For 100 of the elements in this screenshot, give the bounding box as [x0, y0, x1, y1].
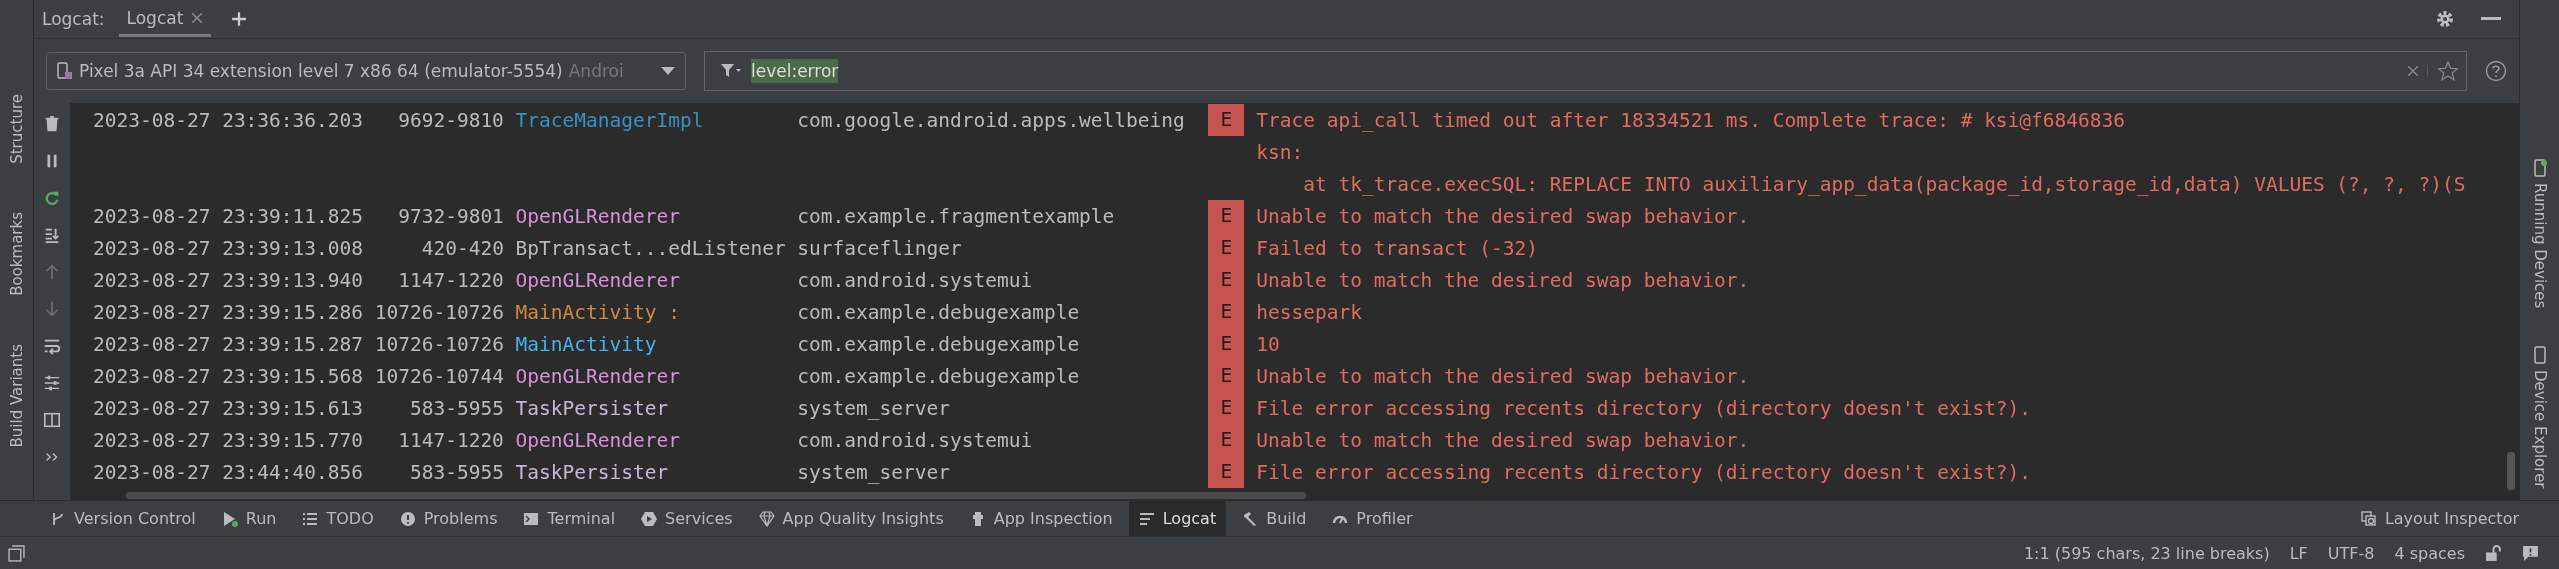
gem-icon	[758, 510, 775, 527]
caret-position[interactable]: 1:1 (595 chars, 23 line breaks)	[2023, 543, 2270, 563]
device-name: Pixel 3a API 34 extension level 7 x86 64 (emulator-5554)	[79, 61, 563, 81]
log-message: Trace api_call timed out after 18334521 ms. Complete trace: # ksi@f6846836	[1256, 108, 2125, 132]
log-message: ksn:	[1256, 140, 1304, 164]
log-tag: MainActivity	[515, 332, 786, 356]
tool-window-tab[interactable]: Build	[1232, 501, 1317, 536]
tool-window-tab[interactable]: App Inspection	[959, 501, 1123, 536]
indent-setting[interactable]: 4 spaces	[2394, 543, 2465, 563]
log-timestamp: 2023-08-27 23:44:40.856	[93, 460, 363, 484]
star-icon[interactable]	[2438, 61, 2458, 81]
horizontal-scrollbar[interactable]	[126, 492, 1306, 499]
phone-icon	[2532, 159, 2547, 177]
filter-field[interactable]: level:error	[704, 51, 2467, 91]
level-badge: E	[1208, 328, 1245, 360]
tool-window-tab[interactable]: Profiler	[1322, 501, 1423, 536]
log-timestamp: 2023-08-27 23:39:15.613	[93, 396, 363, 420]
log-package: com.google.android.apps.wellbeing	[797, 108, 1186, 132]
tool-window-tab[interactable]: Run	[211, 501, 287, 536]
log-tag: MainActivity :	[515, 300, 786, 324]
side-tab[interactable]: Device Explorer	[2528, 342, 2551, 493]
side-tab[interactable]: Running Devices	[2528, 155, 2551, 313]
logcat-tab[interactable]: Logcat	[118, 1, 212, 37]
clear-icon[interactable]	[2407, 65, 2428, 77]
log-tag: TaskPersister	[515, 460, 786, 484]
run-icon	[221, 510, 238, 527]
tool-window-tab[interactable]: Problems	[389, 501, 508, 536]
level-badge: E	[1208, 232, 1245, 264]
file-encoding[interactable]: UTF-8	[2327, 543, 2375, 563]
level-badge: E	[1208, 424, 1245, 456]
log-timestamp: 2023-08-27 23:39:15.568	[93, 364, 363, 388]
level-badge: E	[1208, 456, 1245, 488]
log-message: Unable to match the desired swap behavior.	[1256, 428, 1750, 452]
help-icon[interactable]	[2485, 60, 2507, 82]
warning-icon	[399, 510, 416, 527]
tool-window-tab[interactable]: TODO	[292, 501, 384, 536]
minimize-icon[interactable]	[2481, 17, 2501, 21]
log-timestamp: 2023-08-27 23:39:15.770	[93, 428, 363, 452]
log-message: 10	[1256, 332, 1280, 356]
device-suffix: Androi	[568, 61, 625, 81]
split-icon[interactable]	[43, 411, 61, 429]
side-tab[interactable]: Build Variants	[5, 339, 28, 452]
tool-window-tab[interactable]: Layout Inspector	[2350, 501, 2529, 536]
log-pid: 10726-10744	[374, 364, 504, 388]
soft-wrap-icon[interactable]	[43, 337, 61, 355]
layout-inspector-icon	[2360, 510, 2377, 527]
log-timestamp: 2023-08-27 23:36:36.203	[93, 108, 363, 132]
list-icon	[302, 510, 319, 527]
log-package: com.example.debugexample	[797, 332, 1081, 356]
log-message: Unable to match the desired swap behavior.	[1256, 204, 1750, 228]
log-timestamp: 2023-08-27 23:39:13.940	[93, 268, 363, 292]
services-icon	[641, 510, 658, 527]
restart-icon[interactable]	[43, 189, 61, 207]
level-badge: E	[1208, 296, 1245, 328]
log-icon	[1138, 510, 1155, 527]
level-badge: E	[1208, 360, 1245, 392]
log-pid: 9732-9801	[397, 204, 504, 228]
side-tab[interactable]: Structure	[5, 90, 28, 168]
filter-icon	[721, 63, 741, 79]
log-timestamp: 2023-08-27 23:39:11.825	[93, 204, 363, 228]
scroll-to-end-icon[interactable]	[43, 226, 61, 244]
log-tag: OpenGLRenderer	[515, 204, 786, 228]
trash-icon[interactable]	[43, 115, 61, 133]
log-message: File error accessing recents directory (directory doesn't exist?).	[1256, 396, 2032, 420]
level-badge: E	[1208, 392, 1245, 424]
log-message: hessepark	[1256, 300, 1362, 324]
level-badge: E	[1208, 200, 1245, 232]
settings-icon[interactable]	[2435, 9, 2455, 29]
window-icon[interactable]	[8, 544, 25, 562]
log-tag: TaskPersister	[515, 396, 786, 420]
sliders-icon[interactable]	[43, 374, 61, 392]
notification-icon[interactable]	[2522, 544, 2539, 562]
tool-window-tab[interactable]: Version Control	[40, 501, 206, 536]
log-timestamp: 2023-08-27 23:39:13.008	[93, 236, 363, 260]
tool-window-tab[interactable]: App Quality Insights	[748, 501, 954, 536]
panel-title: Logcat:	[42, 9, 105, 29]
tool-window-tab[interactable]: Logcat	[1128, 501, 1227, 536]
line-separator[interactable]: LF	[2289, 543, 2308, 563]
close-icon[interactable]	[191, 11, 204, 24]
log-pid: 1147-1220	[397, 428, 504, 452]
lock-icon[interactable]	[2485, 544, 2502, 562]
filter-query: level:error	[751, 59, 839, 83]
log-message: File error accessing recents directory (directory doesn't exist?).	[1256, 460, 2032, 484]
tool-window-tab[interactable]: Terminal	[513, 501, 626, 536]
log-package: com.example.debugexample	[797, 300, 1081, 324]
log-tag: OpenGLRenderer	[515, 364, 786, 388]
side-tab[interactable]: Bookmarks	[5, 207, 28, 300]
log-pid: 1147-1220	[397, 268, 504, 292]
log-pid: 10726-10726	[374, 332, 504, 356]
log-package: com.android.systemui	[797, 268, 1034, 292]
level-badge: E	[1208, 264, 1245, 296]
log-message: Unable to match the desired swap behavior.	[1256, 364, 1750, 388]
add-icon[interactable]	[231, 11, 248, 27]
phone-icon	[2532, 346, 2547, 365]
log-pid: 583-5955	[408, 396, 504, 420]
caret-icon	[661, 66, 675, 76]
tool-window-tab[interactable]: Services	[631, 501, 743, 536]
vertical-scrollbar[interactable]	[2507, 452, 2515, 490]
log-message: at tk_trace.execSQL: REPLACE INTO auxiliary_app_data(package_id,storage_id,data) VALUES (?, ?, ?)(S	[1302, 172, 2466, 196]
device-dropdown[interactable]: Pixel 3a API 34 extension level 7 x86 64 (emulator-5554) Androi	[46, 52, 686, 90]
